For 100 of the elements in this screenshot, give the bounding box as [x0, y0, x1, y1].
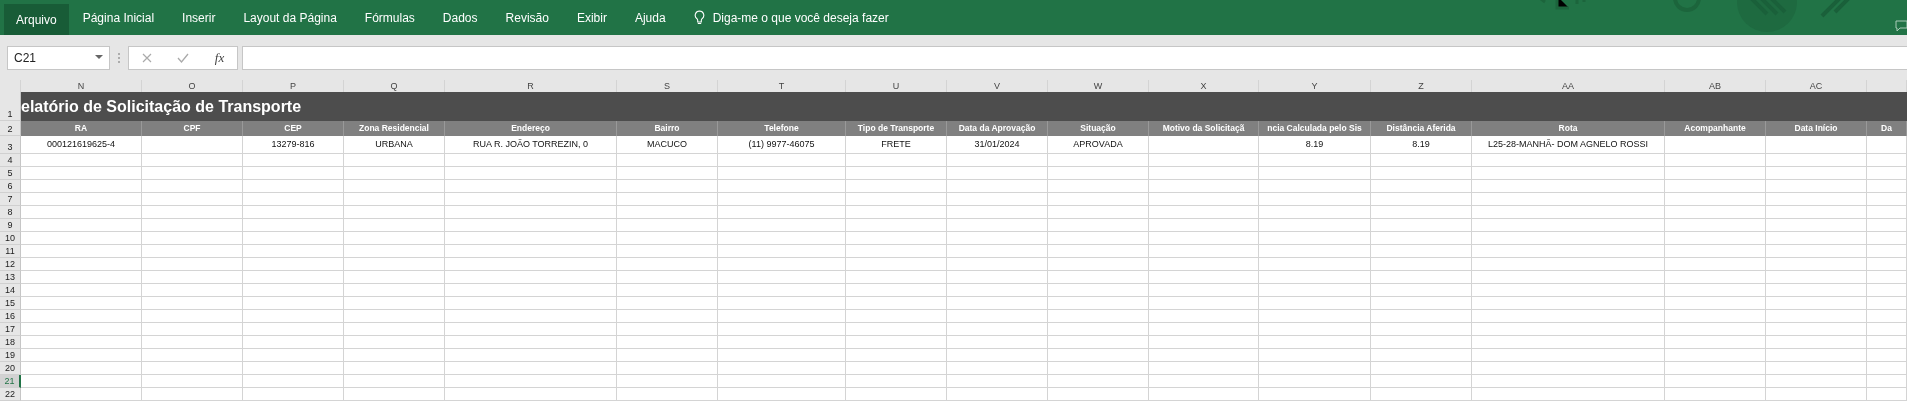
empty-cell[interactable] [1048, 219, 1149, 232]
insert-function-button[interactable]: fx [214, 49, 225, 66]
empty-cell[interactable] [1867, 245, 1907, 258]
empty-cell[interactable] [1867, 206, 1907, 219]
empty-cell[interactable] [344, 232, 445, 245]
formula-field[interactable] [242, 45, 1907, 70]
empty-cell[interactable] [1371, 362, 1472, 375]
empty-cell[interactable] [445, 206, 617, 219]
empty-cell[interactable] [1867, 154, 1907, 167]
empty-cell[interactable] [1259, 388, 1371, 401]
empty-cell[interactable] [1472, 180, 1665, 193]
empty-cell[interactable] [1665, 180, 1766, 193]
empty-cell[interactable] [947, 167, 1048, 180]
empty-cell[interactable] [1149, 136, 1259, 154]
empty-cell[interactable] [617, 245, 718, 258]
empty-cell[interactable] [718, 154, 846, 167]
empty-cell[interactable] [1371, 193, 1472, 206]
empty-cell[interactable] [1048, 271, 1149, 284]
row-number[interactable]: 17 [0, 323, 21, 336]
empty-cell[interactable] [1472, 388, 1665, 401]
empty-cell[interactable] [1766, 271, 1867, 284]
empty-cell[interactable] [1665, 232, 1766, 245]
empty-cell[interactable] [243, 284, 344, 297]
empty-cell[interactable] [445, 323, 617, 336]
empty-cell[interactable] [1867, 336, 1907, 349]
empty-cell[interactable] [1149, 219, 1259, 232]
cancel-icon[interactable] [141, 52, 152, 63]
empty-cell[interactable] [947, 375, 1048, 388]
empty-cell[interactable] [1259, 284, 1371, 297]
empty-cell[interactable] [142, 362, 243, 375]
empty-cell[interactable] [445, 284, 617, 297]
empty-cell[interactable] [344, 271, 445, 284]
empty-cell[interactable] [1149, 180, 1259, 193]
empty-cell[interactable] [1371, 219, 1472, 232]
empty-cell[interactable] [1149, 154, 1259, 167]
empty-cell[interactable] [617, 271, 718, 284]
empty-cell[interactable] [617, 310, 718, 323]
empty-cell[interactable] [445, 310, 617, 323]
empty-cell[interactable] [1048, 206, 1149, 219]
empty-cell[interactable] [1472, 284, 1665, 297]
empty-cell[interactable] [243, 258, 344, 271]
empty-cell[interactable] [142, 206, 243, 219]
empty-cell[interactable] [1867, 323, 1907, 336]
empty-cell[interactable] [243, 167, 344, 180]
empty-cell[interactable] [142, 154, 243, 167]
row-number[interactable]: 13 [0, 271, 21, 284]
empty-cell[interactable] [846, 284, 947, 297]
empty-cell[interactable] [1371, 297, 1472, 310]
empty-cell[interactable] [1867, 310, 1907, 323]
empty-cell[interactable] [1867, 167, 1907, 180]
empty-cell[interactable] [1048, 388, 1149, 401]
empty-cell[interactable] [1766, 154, 1867, 167]
empty-cell[interactable] [142, 258, 243, 271]
empty-cell[interactable] [1371, 284, 1472, 297]
empty-cell[interactable] [1048, 323, 1149, 336]
empty-cell[interactable] [1048, 284, 1149, 297]
empty-cell[interactable] [1472, 297, 1665, 310]
empty-cell[interactable] [344, 323, 445, 336]
empty-cell[interactable] [1371, 206, 1472, 219]
empty-cell[interactable] [142, 336, 243, 349]
empty-cell[interactable] [846, 219, 947, 232]
empty-cell[interactable] [243, 336, 344, 349]
empty-cell[interactable] [846, 375, 947, 388]
empty-cell[interactable] [846, 245, 947, 258]
empty-cell[interactable] [1149, 284, 1259, 297]
empty-cell[interactable] [1371, 336, 1472, 349]
empty-cell[interactable] [947, 362, 1048, 375]
empty-cell[interactable] [243, 154, 344, 167]
ribbon-tab[interactable]: Revisão [491, 0, 563, 35]
empty-cell[interactable] [1371, 167, 1472, 180]
empty-cell[interactable] [1665, 323, 1766, 336]
empty-cell[interactable] [617, 323, 718, 336]
empty-cell[interactable] [344, 193, 445, 206]
empty-cell[interactable] [1371, 154, 1472, 167]
empty-cell[interactable] [142, 284, 243, 297]
empty-cell[interactable] [1472, 349, 1665, 362]
empty-cell[interactable] [243, 193, 344, 206]
empty-cell[interactable] [1472, 167, 1665, 180]
empty-cell[interactable] [1472, 310, 1665, 323]
empty-cell[interactable] [243, 206, 344, 219]
empty-cell[interactable] [1048, 193, 1149, 206]
row-number[interactable]: 18 [0, 336, 21, 349]
empty-cell[interactable] [617, 388, 718, 401]
empty-cell[interactable] [1048, 349, 1149, 362]
empty-cell[interactable] [1259, 323, 1371, 336]
empty-cell[interactable] [1048, 154, 1149, 167]
empty-cell[interactable] [1259, 297, 1371, 310]
check-icon[interactable] [177, 52, 190, 63]
empty-cell[interactable] [1766, 193, 1867, 206]
empty-cell[interactable] [344, 206, 445, 219]
empty-cell[interactable] [947, 336, 1048, 349]
empty-cell[interactable] [1149, 271, 1259, 284]
empty-cell[interactable] [947, 284, 1048, 297]
empty-cell[interactable] [1766, 180, 1867, 193]
empty-cell[interactable] [1472, 206, 1665, 219]
empty-cell[interactable] [1048, 245, 1149, 258]
empty-cell[interactable] [1371, 258, 1472, 271]
empty-cell[interactable] [1259, 375, 1371, 388]
empty-cell[interactable] [344, 375, 445, 388]
empty-cell[interactable] [718, 271, 846, 284]
